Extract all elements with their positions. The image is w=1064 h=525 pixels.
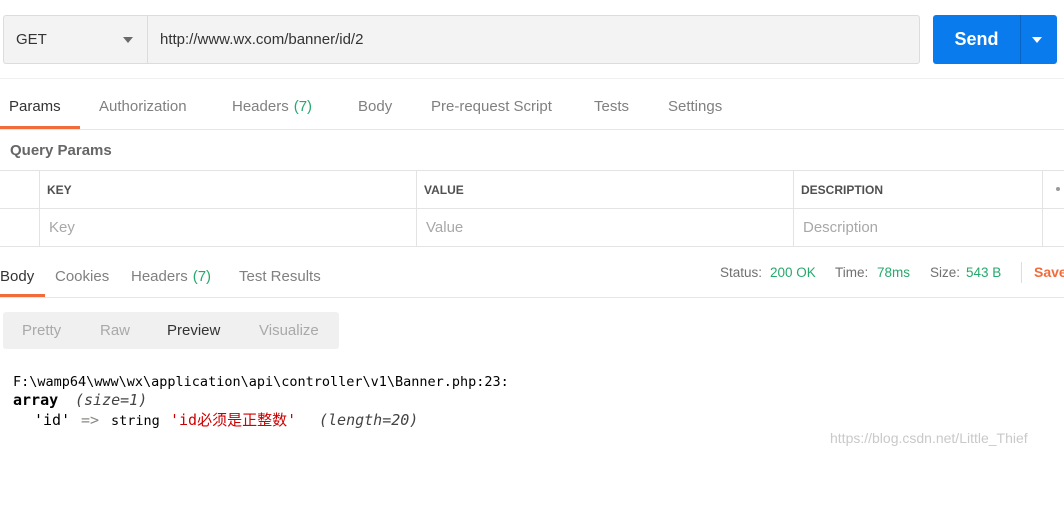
send-button[interactable]: Send (933, 15, 1020, 64)
chevron-down-icon (123, 37, 133, 43)
tab-body[interactable]: Body (358, 98, 392, 116)
method-value: GET (16, 31, 47, 48)
meta-divider (1021, 262, 1022, 283)
time-value: 78ms (877, 265, 911, 280)
tab-settings[interactable]: Settings (668, 98, 722, 116)
preview-value: 'id必须是正整数' (170, 411, 297, 429)
view-mode-raw[interactable]: Raw (100, 322, 130, 340)
view-mode-visualize[interactable]: Visualize (259, 322, 319, 340)
view-mode-preview[interactable]: Preview (167, 322, 220, 340)
send-button-group: Send (933, 15, 1057, 64)
url-value: http://www.wx.com/banner/id/2 (160, 31, 364, 48)
param-description-input[interactable]: Description (794, 209, 1043, 247)
time-label: Time: (835, 265, 869, 280)
tab-label: Pre-request Script (431, 98, 552, 115)
status-label: Status: (720, 265, 763, 280)
preview-array-keyword: array (13, 391, 59, 409)
tab-count: (7) (192, 268, 212, 285)
param-description-placeholder: Description (803, 219, 879, 236)
tab-tests[interactable]: Tests (594, 98, 629, 116)
divider (0, 297, 1064, 298)
preview-file-line: F:\wamp64\www\wx\application\api\control… (13, 374, 509, 390)
preview-arrow: => (81, 411, 100, 429)
bulk-edit-cell[interactable] (1043, 171, 1064, 209)
url-input[interactable]: http://www.wx.com/banner/id/2 (147, 15, 920, 64)
size-value: 543 B (966, 265, 1002, 280)
method-select[interactable]: GET (3, 15, 147, 64)
request-bar: GET http://www.wx.com/banner/id/2 Send (0, 0, 1064, 79)
size-label: Size: (930, 265, 961, 280)
preview-array-size: (size=1) (75, 391, 148, 409)
header-checkbox-cell (0, 171, 40, 209)
preview-value-type: string (111, 413, 160, 429)
column-header-description: DESCRIPTION (794, 171, 1043, 209)
response-tab-cookies[interactable]: Cookies (55, 268, 109, 286)
param-key-placeholder: Key (49, 219, 75, 236)
tab-label: Params (9, 98, 61, 115)
tab-label: Authorization (99, 98, 187, 115)
more-horizontal-icon[interactable] (1056, 187, 1060, 191)
response-tab-test-results[interactable]: Test Results (239, 268, 321, 286)
tab-label: Cookies (55, 268, 110, 285)
preview-value-length: (length=20) (319, 411, 419, 429)
response-tab-body[interactable]: Body (0, 268, 34, 286)
row-checkbox-cell (0, 209, 40, 247)
tab-label: Body (358, 98, 393, 115)
param-value-input[interactable]: Value (417, 209, 794, 247)
param-value-placeholder: Value (426, 219, 464, 236)
tab-authorization[interactable]: Authorization (99, 98, 187, 116)
view-mode-pretty[interactable]: Pretty (22, 322, 61, 340)
response-tab-headers[interactable]: Headers (7) (131, 268, 211, 286)
column-header-value: VALUE (417, 171, 794, 209)
preview-array-line: array (size=1) (13, 391, 313, 410)
row-end-cell (1043, 209, 1064, 247)
watermark: https://blog.csdn.net/Little_Thief (830, 430, 1028, 446)
view-mode-switcher: Pretty Raw Preview Visualize (3, 312, 339, 349)
preview-key: 'id' (34, 411, 71, 429)
tab-label: Headers (232, 98, 289, 115)
tab-label: Body (0, 268, 35, 285)
query-params-table: KEY VALUE DESCRIPTION Key Value Descript… (0, 170, 1064, 247)
send-divider (1020, 15, 1021, 64)
preview-item-line: 'id' => string 'id必须是正整数' (length=20) (0, 411, 440, 431)
query-params-title: Query Params (10, 142, 112, 159)
tab-label: Settings (668, 98, 723, 115)
param-key-input[interactable]: Key (40, 209, 417, 247)
column-header-key: KEY (40, 171, 417, 209)
caret-down-icon[interactable] (1032, 37, 1042, 43)
tab-headers[interactable]: Headers (7) (232, 98, 312, 116)
tab-label: Headers (131, 268, 188, 285)
tab-label: Tests (594, 98, 630, 115)
tab-pre-request-script[interactable]: Pre-request Script (431, 98, 552, 116)
tab-count: (7) (293, 98, 313, 115)
status-value: 200 OK (770, 265, 816, 280)
divider (0, 129, 1064, 130)
save-response-button[interactable]: Save (1034, 264, 1064, 280)
tab-label: Test Results (239, 268, 321, 285)
tab-params[interactable]: Params (9, 98, 61, 116)
